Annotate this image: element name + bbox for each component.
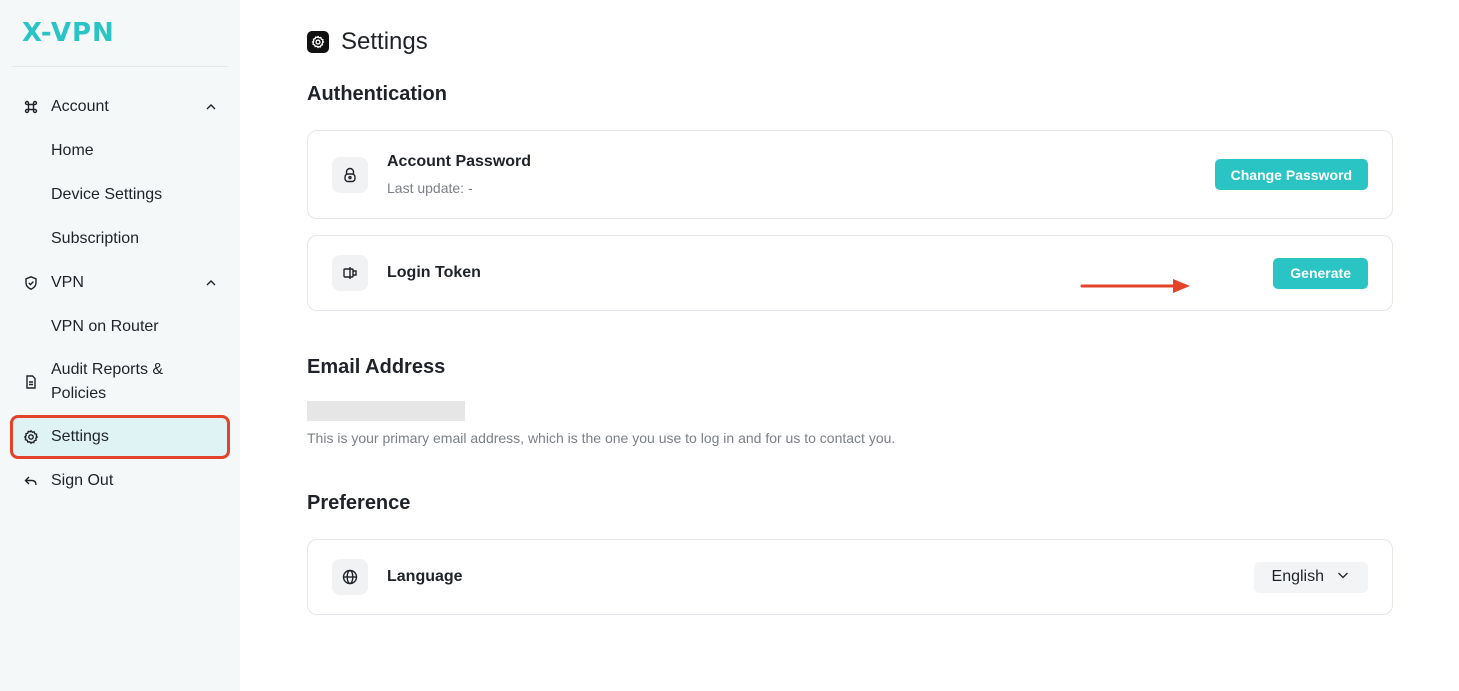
sidebar-item-label: Account — [51, 98, 109, 115]
sidebar-nav: Account Home Device Settings Subscriptio… — [10, 67, 230, 503]
logo-text: X-VPN — [22, 18, 115, 48]
document-icon — [22, 373, 40, 391]
login-token-card: Login Token Generate — [307, 235, 1393, 311]
language-select-value: English — [1271, 568, 1324, 585]
email-value-redacted — [307, 401, 465, 421]
gear-icon — [307, 31, 329, 53]
sign-out-icon — [22, 472, 40, 490]
language-card: Language English — [307, 539, 1393, 615]
account-password-last-update: Last update: - — [387, 180, 473, 196]
chevron-down-icon — [1336, 568, 1350, 587]
sidebar-item-label: Home — [51, 142, 94, 159]
login-token-label: Login Token — [387, 264, 481, 281]
account-password-card: Account Password Last update: - Change P… — [307, 130, 1393, 219]
page-title: Settings — [307, 0, 1459, 84]
sidebar-item-label: Device Settings — [51, 186, 163, 203]
chevron-up-icon[interactable] — [204, 276, 218, 295]
sidebar-item-vpn-on-router[interactable]: VPN on Router — [12, 305, 228, 349]
gear-icon — [22, 428, 40, 446]
change-password-button[interactable]: Change Password — [1214, 159, 1368, 190]
sidebar-item-account[interactable]: Account — [12, 85, 228, 129]
email-help-text: This is your primary email address, whic… — [307, 430, 896, 446]
sidebar-item-settings[interactable]: Settings — [10, 415, 230, 459]
sidebar-item-vpn[interactable]: VPN — [12, 261, 228, 305]
globe-icon — [332, 559, 368, 595]
sidebar-item-label: VPN — [51, 274, 84, 291]
account-password-label: Account Password — [387, 153, 532, 170]
language-select[interactable]: English — [1253, 561, 1368, 593]
section-title-preference: Preference — [307, 492, 411, 514]
section-title-email: Email Address — [307, 356, 446, 378]
chevron-up-icon[interactable] — [204, 100, 218, 119]
section-title-authentication: Authentication — [307, 83, 447, 105]
sidebar-item-label: Audit Reports & Policies — [51, 361, 164, 402]
sidebar-item-label: Settings — [51, 428, 109, 445]
main-content: Settings Authentication Account Password… — [240, 0, 1459, 691]
generate-button[interactable]: Generate — [1273, 257, 1368, 289]
account-password-text: Account Password Last update: - — [387, 153, 531, 196]
sidebar-item-label: VPN on Router — [51, 318, 159, 335]
sidebar-item-device-settings[interactable]: Device Settings — [12, 173, 228, 217]
command-icon — [22, 98, 40, 116]
logo[interactable]: X-VPN — [12, 0, 228, 67]
annotation-arrow-icon — [1080, 279, 1190, 293]
sidebar-item-label: Subscription — [51, 230, 140, 247]
shield-icon — [22, 274, 40, 292]
sidebar-item-audit-reports[interactable]: Audit Reports & Policies — [12, 349, 228, 415]
sidebar-item-subscription[interactable]: Subscription — [12, 217, 228, 261]
sidebar-item-sign-out[interactable]: Sign Out — [12, 459, 228, 503]
token-icon — [332, 255, 368, 291]
lock-icon — [332, 156, 368, 193]
sidebar: X-VPN Account Home Device Settings Subsc… — [0, 0, 240, 691]
sidebar-item-home[interactable]: Home — [12, 129, 228, 173]
app: X-VPN Account Home Device Settings Subsc… — [0, 0, 1459, 691]
language-label: Language — [387, 568, 463, 585]
sidebar-item-label: Sign Out — [51, 472, 114, 489]
page-title-text: Settings — [341, 28, 428, 55]
